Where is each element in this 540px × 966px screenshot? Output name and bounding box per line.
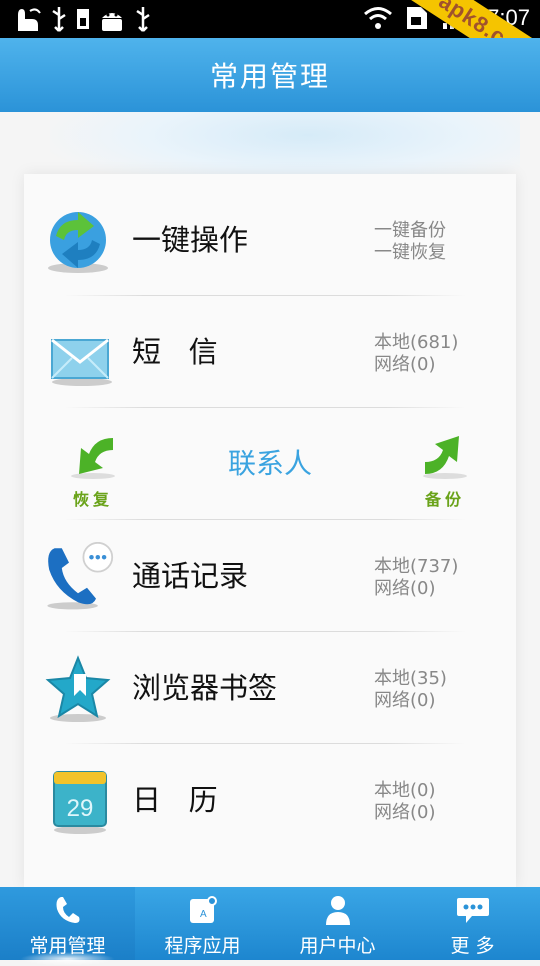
phone-icon xyxy=(56,897,79,923)
touch-hand-icon xyxy=(18,8,41,31)
row-label: 浏览器书签 xyxy=(132,671,278,705)
restore-label: 恢复 xyxy=(72,490,113,509)
user-icon xyxy=(325,896,350,925)
row-sub-2: 网络(0) xyxy=(374,578,436,599)
android-icon xyxy=(102,13,122,31)
row-sub-2: 一键恢复 xyxy=(374,242,446,263)
tab-label: 程序应用 xyxy=(164,935,241,957)
row-sub-2: 网络(0) xyxy=(374,690,436,711)
calendar-day: 29 xyxy=(67,795,94,822)
tab-label: 更 多 xyxy=(450,935,495,957)
storage-icon xyxy=(77,9,89,29)
row-sub-1: 本地(681) xyxy=(374,332,459,353)
backup-label: 备份 xyxy=(424,490,465,509)
row-sub-2: 网络(0) xyxy=(374,354,436,375)
row-label: 日 历 xyxy=(132,783,218,817)
row-sub: 一键备份 一键恢复 xyxy=(374,220,446,264)
row-sub-1: 本地(0) xyxy=(374,780,436,801)
app-icon: A xyxy=(189,896,217,923)
row-sub-1: 一键备份 xyxy=(374,220,446,241)
tab-apps[interactable]: A 程序应用 xyxy=(135,887,270,960)
envelope-icon xyxy=(51,338,112,386)
restore-button[interactable]: 恢复 xyxy=(58,432,128,510)
usb-debug-icon xyxy=(136,7,150,32)
phone-chat-icon xyxy=(47,542,114,610)
sync-arrows-icon xyxy=(48,212,108,273)
usb-icon xyxy=(52,7,66,32)
wifi-icon xyxy=(364,7,393,29)
row-sub-1: 本地(35) xyxy=(374,668,447,689)
row-label: 通话记录 xyxy=(132,559,249,593)
tab-label: 用户中心 xyxy=(299,935,376,957)
backup-arrow-icon xyxy=(423,436,467,479)
row-sub: 本地(681) 网络(0) xyxy=(374,332,458,376)
bottom-nav: 常用管理 A 程序应用 用户中心 更 多 xyxy=(0,887,540,966)
row-sub-1: 本地(737) xyxy=(374,556,459,577)
row-label: 短 信 xyxy=(132,335,218,369)
star-bookmark-icon xyxy=(45,655,111,722)
svg-text:A: A xyxy=(200,909,207,920)
chat-bubble-icon xyxy=(456,898,489,923)
row-sms[interactable]: 短 信 本地(681) 网络(0) xyxy=(24,296,516,408)
row-sub: 本地(35) 网络(0) xyxy=(374,668,447,712)
row-sub-2: 网络(0) xyxy=(374,802,436,823)
tab-label: 常用管理 xyxy=(29,935,106,957)
row-one-key[interactable]: 一键操作 一键备份 一键恢复 xyxy=(24,184,516,296)
title-bar: 常用管理 xyxy=(0,38,540,112)
restore-arrow-icon xyxy=(71,438,115,479)
tab-more[interactable]: 更 多 xyxy=(405,887,540,960)
tab-common[interactable]: 常用管理 xyxy=(0,887,135,966)
content-area: 一键操作 一键备份 一键恢复 短 信 本地(681) 网络(0) 联系人 恢复 … xyxy=(0,112,540,887)
page-title: 常用管理 xyxy=(209,60,330,93)
row-calendar[interactable]: 29 日 历 本地(0) 网络(0) xyxy=(24,744,516,856)
row-bookmarks[interactable]: 浏览器书签 本地(35) 网络(0) xyxy=(24,632,516,744)
row-sub: 本地(0) 网络(0) xyxy=(374,780,436,824)
tab-user-center[interactable]: 用户中心 xyxy=(270,887,405,960)
backup-button[interactable]: 备份 xyxy=(410,432,480,510)
row-call-log[interactable]: 通话记录 本地(737) 网络(0) xyxy=(24,520,516,632)
row-label: 一键操作 xyxy=(132,223,249,257)
calendar-icon: 29 xyxy=(53,771,107,834)
row-contacts: 联系人 恢复 备份 xyxy=(24,408,516,520)
row-sub: 本地(737) 网络(0) xyxy=(374,556,458,600)
